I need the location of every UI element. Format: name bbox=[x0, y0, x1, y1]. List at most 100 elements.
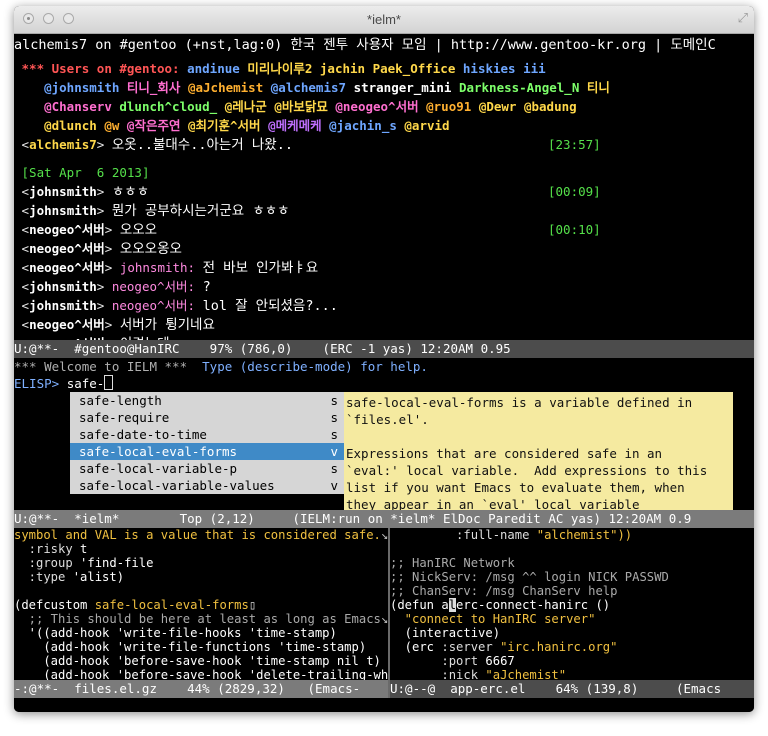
user-nick[interactable]: @최기훈^서버 bbox=[188, 118, 261, 133]
code-token: ;; NickServ: /msg ^^ login NICK PASSWD bbox=[390, 570, 669, 584]
message-text: 오옷..불대수..아는거 나왔.. bbox=[111, 137, 293, 153]
message-text: 뭔가 공부하시는거군요 ㅎㅎㅎ bbox=[111, 203, 290, 219]
ielm-mode-line[interactable]: U:@**- *ielm* Top (2,12) (IELM:run on *i… bbox=[14, 510, 754, 528]
completion-kind: s bbox=[330, 427, 338, 442]
user-nick[interactable]: @작은주연 bbox=[127, 118, 181, 133]
user-nick[interactable]: andinue bbox=[187, 61, 240, 76]
ielm-prompt: ELISP> bbox=[14, 376, 60, 391]
app-erc-el-mode-line[interactable]: U:@--@ app-erc.el 64% (139,8) (Emacs bbox=[390, 680, 754, 698]
erc-buffer[interactable]: *** Users on #gentoo: andinue 미리나이루2 jac… bbox=[14, 57, 754, 340]
ielm-input[interactable]: safe- bbox=[67, 376, 105, 391]
user-nick[interactable]: @neogeo^서버 bbox=[335, 99, 418, 114]
mention: neogeo^서버: bbox=[111, 279, 196, 294]
user-nick[interactable]: @바보닭묘 bbox=[274, 99, 328, 114]
user-nick[interactable]: @Chanserv bbox=[44, 99, 112, 114]
user-nick[interactable]: @Dewr bbox=[479, 99, 517, 114]
user-nick[interactable]: @ruo91 bbox=[426, 99, 471, 114]
completion-label: safe-length bbox=[79, 393, 162, 408]
message-nick[interactable]: neogeo^서버 bbox=[29, 260, 105, 275]
user-nick[interactable]: iii bbox=[523, 61, 546, 76]
code-token: :type bbox=[14, 570, 73, 584]
code-token: ↘ bbox=[380, 528, 388, 542]
code-token: "irc.hanirc.org" bbox=[500, 640, 618, 654]
ielm-welcome-text: *** Welcome to IELM *** bbox=[14, 359, 188, 374]
completion-kind: s bbox=[330, 393, 338, 408]
completion-item[interactable]: safe-length s bbox=[70, 392, 344, 409]
completion-kind: s bbox=[330, 410, 338, 425]
users-line: @Chanserv dlunch^cloud_ @레나군 @바보닭묘 @neog… bbox=[14, 97, 754, 116]
completion-doc-popup: safe-local-eval-forms is a variable defi… bbox=[344, 392, 733, 510]
users-line: *** Users on #gentoo: andinue 미리나이루2 jac… bbox=[14, 59, 754, 78]
fullscreen-icon[interactable]: ⤢ bbox=[738, 11, 748, 26]
message-text: 서버가 튕기네요 bbox=[119, 317, 215, 333]
user-nick[interactable]: 티니_회사 bbox=[127, 80, 181, 95]
message-nick[interactable]: johnsmith bbox=[29, 184, 97, 199]
doc-line bbox=[344, 428, 733, 445]
users-line: @dlunch @w @작은주연 @최기훈^서버 @메케메케 @jachin_s… bbox=[14, 116, 754, 135]
erc-mode-line[interactable]: U:@**- #gentoo@HanIRC 97% (786,0) (ERC -… bbox=[14, 340, 754, 358]
app-erc-code-line: ;; HanIRC Network bbox=[390, 556, 754, 570]
user-nick[interactable]: @dlunch bbox=[44, 118, 97, 133]
completion-item[interactable]: safe-date-to-time s bbox=[70, 426, 344, 443]
doc-line: Expressions that are considered safe in … bbox=[346, 446, 663, 461]
files-el-mode-line[interactable]: -:@**- files.el.gz 44% (2829,32) (Emacs- bbox=[14, 680, 388, 698]
user-nick[interactable]: dlunch^cloud_ bbox=[119, 99, 217, 114]
message-text: ? bbox=[202, 279, 211, 295]
completion-item[interactable]: safe-local-variable-p s bbox=[70, 460, 344, 477]
files-el-code-line: ;; This should be here at least as long … bbox=[14, 612, 388, 626]
app-erc-code-line bbox=[390, 542, 754, 556]
completion-item[interactable]: safe-local-variable-values v bbox=[70, 477, 344, 494]
user-nick[interactable]: @badung bbox=[524, 99, 577, 114]
user-nick[interactable]: stranger_mini bbox=[354, 80, 452, 95]
code-token: (add-hook 'write-file-functions 'time-st… bbox=[14, 640, 367, 654]
user-nick[interactable]: @메케메케 bbox=[268, 118, 322, 133]
doc-line: `files.el'. bbox=[346, 412, 429, 427]
message-nick[interactable]: johnsmith bbox=[29, 203, 97, 218]
completion-kind: v bbox=[330, 444, 338, 459]
files-el-code-line: (add-hook 'write-file-functions 'time-st… bbox=[14, 640, 388, 654]
user-nick[interactable]: @arvid bbox=[404, 118, 449, 133]
autocomplete-popup[interactable]: safe-length s safe-require s safe-date-to-ti… bbox=[70, 392, 344, 494]
completion-kind: v bbox=[330, 478, 338, 493]
message-nick[interactable]: johnsmith bbox=[29, 298, 97, 313]
user-nick[interactable]: @jachin_s bbox=[329, 118, 397, 133]
completion-label: safe-date-to-time bbox=[79, 427, 207, 442]
message-nick[interactable]: neogeo^서버 bbox=[29, 317, 105, 332]
chat-message: <johnsmith> ㅎㅎㅎ [00:09] bbox=[14, 184, 601, 200]
user-nick[interactable]: @w bbox=[104, 118, 119, 133]
message-text: lol 잘 안되셨음?... bbox=[202, 298, 338, 314]
timestamp: [00:09] bbox=[548, 184, 601, 199]
completion-item[interactable]: safe-require s bbox=[70, 409, 344, 426]
message-text: ㅎㅎㅎ bbox=[111, 184, 150, 200]
files-el-code-line: :risky t bbox=[14, 542, 388, 556]
code-token: :group bbox=[14, 556, 81, 570]
files-el-code-line: symbol and VAL is a value that is consid… bbox=[14, 528, 388, 542]
user-nick[interactable]: @alchemis7 bbox=[271, 80, 346, 95]
app-erc-code-line: :full-name "alchemist")) bbox=[390, 528, 754, 542]
chat-message: <johnsmith> neogeo^서버: ? bbox=[14, 279, 211, 295]
message-nick[interactable]: alchemis7 bbox=[29, 137, 97, 152]
user-nick[interactable]: @johnsmith bbox=[44, 80, 119, 95]
user-nick[interactable]: 티니 bbox=[587, 80, 610, 95]
minibuffer[interactable] bbox=[14, 698, 754, 712]
code-token: 6667 bbox=[485, 654, 515, 668]
chat-message: <neogeo^서버> 오오오옹오 bbox=[14, 241, 182, 257]
files-el-buffer[interactable]: symbol and VAL is a value that is consid… bbox=[14, 528, 388, 680]
user-nick[interactable]: hiskies bbox=[463, 61, 516, 76]
user-nick[interactable]: jachin Paek_Office bbox=[320, 61, 455, 76]
user-nick[interactable]: @aJchemist bbox=[188, 80, 263, 95]
doc-line: safe-local-eval-forms is a variable defi… bbox=[346, 395, 693, 410]
code-token: (erc bbox=[390, 640, 442, 654]
message-nick[interactable]: neogeo^서버 bbox=[29, 222, 105, 237]
message-nick[interactable]: neogeo^서버 bbox=[29, 241, 105, 256]
user-nick[interactable]: Darkness-Angel_N bbox=[459, 80, 579, 95]
code-token: (add-hook 'before-save-hook 'time-stamp … bbox=[14, 654, 381, 668]
message-nick[interactable]: johnsmith bbox=[29, 279, 97, 294]
app-erc-el-buffer[interactable]: :full-name "alchemist")) ;; HanIRC Networ… bbox=[390, 528, 754, 680]
completion-label: safe-local-variable-p bbox=[79, 461, 238, 476]
ielm-prompt-line[interactable]: ELISP> safe- bbox=[14, 375, 754, 392]
user-nick[interactable]: @레나군 bbox=[225, 99, 267, 114]
code-token: (interactive) bbox=[390, 626, 501, 640]
user-nick[interactable]: 미리나이루2 bbox=[247, 61, 312, 76]
completion-item[interactable]: safe-local-eval-forms v bbox=[70, 443, 344, 460]
